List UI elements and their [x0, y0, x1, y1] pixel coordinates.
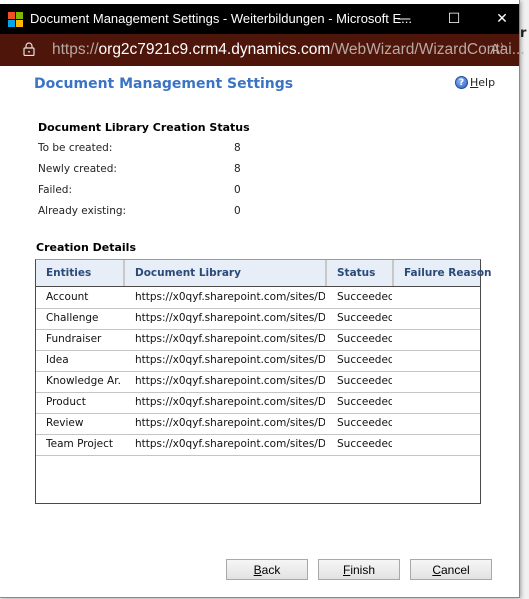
- lock-icon: [23, 42, 35, 56]
- table-row[interactable]: Knowledge Ar... https://x0qyf.sharepoint.…: [36, 371, 480, 393]
- cell-entity: Fundraiser: [46, 333, 102, 345]
- cell-failure-reason: [404, 392, 478, 413]
- read-aloud-icon[interactable]: A⁾: [490, 40, 504, 58]
- cell-status: Succeeded: [337, 375, 392, 387]
- column-header-failure-reason[interactable]: Failure Reason: [394, 260, 492, 286]
- creation-details-grid: Entities Document Library Status Failure…: [35, 259, 492, 504]
- back-button[interactable]: Back: [226, 559, 308, 580]
- stat-label: To be created:: [38, 142, 113, 154]
- url-text[interactable]: https://org2c7921c9.crm4.dynamics.com/We…: [52, 41, 525, 59]
- cell-status: Succeeded: [337, 291, 392, 303]
- cell-failure-reason: [404, 434, 478, 455]
- maximize-button[interactable]: ☐: [436, 8, 472, 30]
- cell-document-library: https://x0qyf.sharepoint.com/sites/D...: [135, 396, 325, 408]
- grid-header: Entities Document Library Status Failure…: [36, 260, 492, 287]
- cell-status: Succeeded: [337, 354, 392, 366]
- table-row[interactable]: Challenge https://x0qyf.sharepoint.com/si…: [36, 308, 480, 330]
- title-bar: Document Management Settings - Weiterbil…: [0, 4, 519, 34]
- minimize-button[interactable]: —: [386, 8, 422, 30]
- cell-document-library: https://x0qyf.sharepoint.com/sites/D...: [135, 417, 325, 429]
- cell-status: Succeeded: [337, 438, 392, 450]
- cell-status: Succeeded: [337, 333, 392, 345]
- column-header-entities[interactable]: Entities: [36, 260, 125, 286]
- cell-document-library: https://x0qyf.sharepoint.com/sites/D...: [135, 312, 325, 324]
- cell-failure-reason: [404, 413, 478, 434]
- stat-value: 8: [234, 142, 241, 154]
- cell-document-library: https://x0qyf.sharepoint.com/sites/D...: [135, 291, 325, 303]
- help-label: Help: [470, 76, 496, 89]
- finish-button[interactable]: Finish: [318, 559, 400, 580]
- close-icon: ✕: [496, 11, 508, 27]
- stat-row-failed: Failed: 0: [38, 184, 258, 196]
- table-row[interactable]: Fundraiser https://x0qyf.sharepoint.com/s…: [36, 329, 480, 351]
- minimize-icon: —: [397, 11, 411, 27]
- stat-label: Already existing:: [38, 205, 127, 217]
- cell-entity: Team Project: [46, 438, 114, 450]
- cell-status: Succeeded: [337, 396, 392, 408]
- column-header-document-library[interactable]: Document Library: [125, 260, 327, 286]
- url-host: org2c7921c9.crm4.dynamics.com: [98, 41, 331, 58]
- status-section-title: Document Library Creation Status: [38, 121, 250, 134]
- table-row[interactable]: Review https://x0qyf.sharepoint.com/sites…: [36, 413, 480, 435]
- table-row[interactable]: Product https://x0qyf.sharepoint.com/site…: [36, 392, 480, 414]
- table-row[interactable]: Idea https://x0qyf.sharepoint.com/sites/D…: [36, 350, 480, 372]
- column-header-status[interactable]: Status: [327, 260, 394, 286]
- stat-value: 8: [234, 163, 241, 175]
- maximize-icon: ☐: [447, 11, 461, 27]
- help-icon: ?: [455, 76, 468, 89]
- details-section-title: Creation Details: [36, 241, 136, 254]
- stat-value: 0: [234, 184, 241, 196]
- cell-entity: Review: [46, 417, 84, 429]
- cell-failure-reason: [404, 350, 478, 371]
- close-button[interactable]: ✕: [484, 8, 520, 30]
- background-window-strip: r: [520, 0, 529, 599]
- cell-document-library: https://x0qyf.sharepoint.com/sites/D...: [135, 354, 325, 366]
- cell-entity: Challenge: [46, 312, 99, 324]
- popup-window: Document Management Settings - Weiterbil…: [0, 0, 525, 598]
- stat-row-already-existing: Already existing: 0: [38, 205, 258, 217]
- cell-status: Succeeded: [337, 417, 392, 429]
- help-link[interactable]: ? Help: [455, 76, 495, 89]
- cell-entity: Idea: [46, 354, 69, 366]
- cell-failure-reason: [404, 371, 478, 392]
- cell-entity: Product: [46, 396, 86, 408]
- cell-failure-reason: [404, 329, 478, 350]
- microsoft-logo-icon: [8, 12, 23, 27]
- url-scheme: https://: [52, 41, 99, 58]
- stat-label: Failed:: [38, 184, 73, 196]
- window-title: Document Management Settings - Weiterbil…: [30, 11, 412, 26]
- address-bar: https://org2c7921c9.crm4.dynamics.com/We…: [0, 34, 525, 66]
- table-row[interactable]: Account https://x0qyf.sharepoint.com/site…: [36, 287, 480, 309]
- wizard-content: Document Management Settings ? Help Docu…: [0, 66, 519, 597]
- stat-row-newly-created: Newly created: 8: [38, 163, 258, 175]
- stat-label: Newly created:: [38, 163, 117, 175]
- stat-value: 0: [234, 205, 241, 217]
- page-title: Document Management Settings: [34, 76, 294, 92]
- cell-entity: Account: [46, 291, 89, 303]
- background-text: r: [520, 26, 527, 41]
- table-row[interactable]: Team Project https://x0qyf.sharepoint.com…: [36, 434, 480, 456]
- cell-entity: Knowledge Ar...: [46, 375, 122, 387]
- cell-status: Succeeded: [337, 312, 392, 324]
- stat-row-to-be-created: To be created: 8: [38, 142, 258, 154]
- cell-failure-reason: [404, 287, 478, 308]
- cell-failure-reason: [404, 308, 478, 329]
- cell-document-library: https://x0qyf.sharepoint.com/sites/D...: [135, 438, 325, 450]
- cell-document-library: https://x0qyf.sharepoint.com/sites/D...: [135, 333, 325, 345]
- cancel-button[interactable]: Cancel: [410, 559, 492, 580]
- cell-document-library: https://x0qyf.sharepoint.com/sites/D...: [135, 375, 325, 387]
